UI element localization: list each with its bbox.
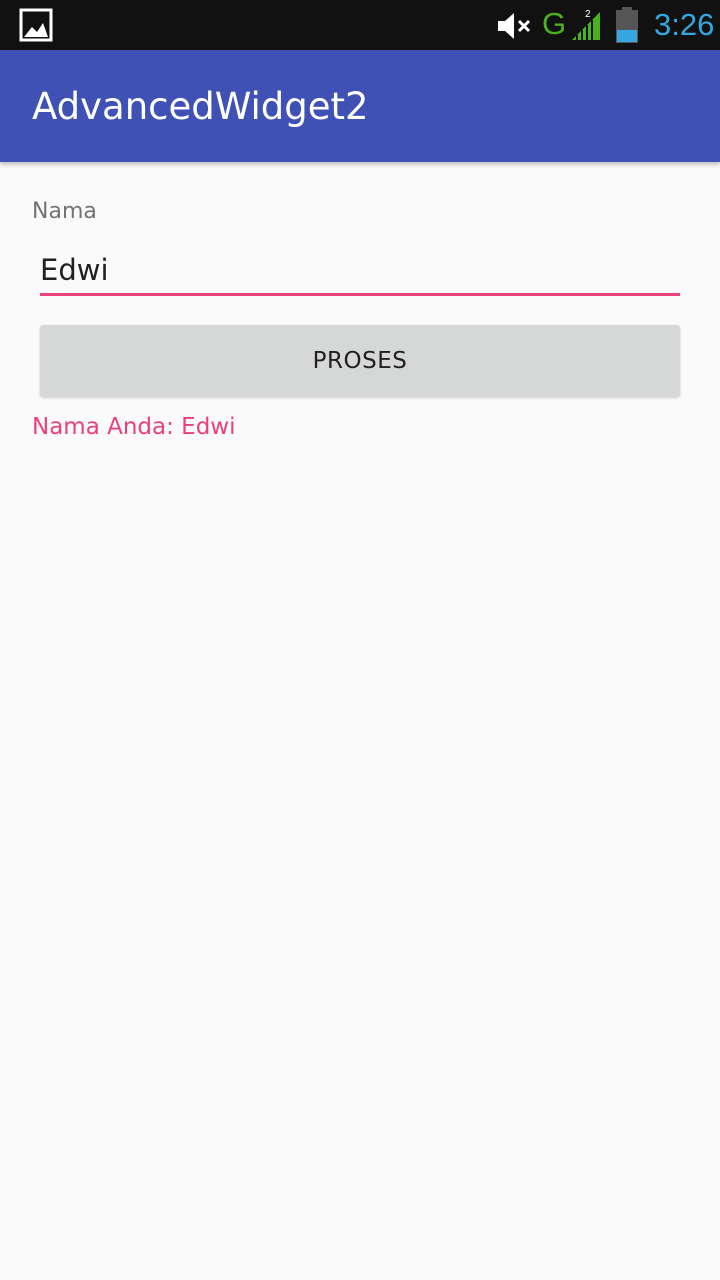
result-text: Nama Anda: Edwi [32, 414, 236, 440]
app-toolbar: AdvancedWidget2 [0, 50, 720, 162]
app-title: AdvancedWidget2 [32, 85, 369, 128]
name-label: Nama [32, 199, 97, 224]
name-input[interactable] [40, 246, 680, 296]
proses-button[interactable]: PROSES [40, 325, 680, 397]
signal-icon: 2 [570, 6, 604, 46]
status-bar: G 2 3:26 [0, 0, 720, 50]
mute-icon [496, 10, 532, 46]
battery-icon [614, 6, 640, 48]
clock-time: 3:26 [654, 7, 715, 42]
gallery-icon [19, 8, 53, 46]
network-type: G [542, 6, 567, 41]
signal-badge: 2 [585, 9, 591, 20]
